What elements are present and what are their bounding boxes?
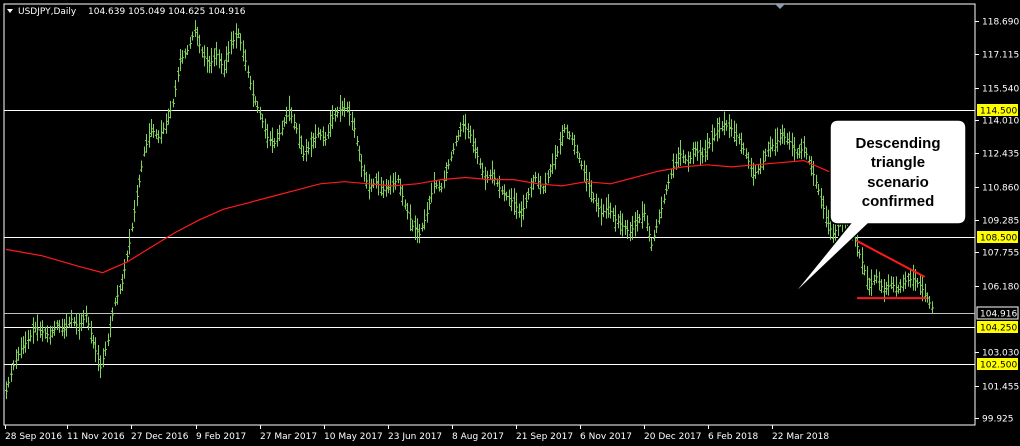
time-tick-label: 20 Dec 2017 xyxy=(644,432,702,442)
time-tick-label: 6 Nov 2017 xyxy=(580,432,632,442)
price-tick-label: 110.860 xyxy=(982,184,1019,194)
time-axis: 28 Sep 2016 11 Nov 2016 27 Dec 2016 9 Feb 2… xyxy=(5,425,829,442)
level-price-label: 108.500 xyxy=(980,234,1017,244)
time-tick-label: 22 Mar 2018 xyxy=(772,432,829,442)
time-tick-label: 8 Aug 2017 xyxy=(452,432,504,442)
time-tick-label: 23 Jun 2017 xyxy=(388,432,442,442)
callout-line-1: Descending xyxy=(855,135,940,152)
time-tick-label: 10 May 2017 xyxy=(324,432,383,442)
price-tick-label: 109.285 xyxy=(982,217,1019,227)
price-tick-label: 99.925 xyxy=(982,415,1014,425)
current-price-label: 104.916 xyxy=(980,310,1017,320)
moving-average-line xyxy=(5,159,920,274)
time-tick-label: 28 Sep 2016 xyxy=(5,432,62,442)
price-tick-label: 118.690 xyxy=(982,18,1019,28)
time-tick-label: 27 Mar 2017 xyxy=(260,432,317,442)
callout-line-2: triangle xyxy=(871,154,925,171)
shift-marker-icon[interactable] xyxy=(775,4,785,9)
time-tick-label: 9 Feb 2017 xyxy=(196,432,246,442)
time-tick-label: 11 Nov 2016 xyxy=(67,432,125,442)
symbol-label: USDJPY,Daily xyxy=(18,7,77,17)
price-tick-label: 106.180 xyxy=(982,283,1019,293)
time-tick-label: 6 Feb 2018 xyxy=(708,432,759,442)
time-tick-label: 27 Dec 2016 xyxy=(131,432,189,442)
price-axis: 118.690 117.115 115.540 114.010 112.435 110.8… xyxy=(975,18,1019,425)
price-tick-label: 114.010 xyxy=(982,117,1019,127)
ohlc-readout: 104.639 105.049 104.625 104.916 xyxy=(88,7,246,17)
level-price-label: 114.500 xyxy=(980,107,1017,117)
price-tick-label: 115.540 xyxy=(982,85,1019,95)
callout-line-3: scenario xyxy=(867,174,929,191)
time-tick-label: 21 Sep 2017 xyxy=(516,432,573,442)
chart-window[interactable]: 118.690 117.115 115.540 114.010 112.435 110.8… xyxy=(0,0,1020,446)
chart-menu-arrow-icon[interactable] xyxy=(7,9,13,13)
annotation-callout[interactable]: Descending triangle scenario confirmed xyxy=(789,119,967,299)
price-tick-label: 117.115 xyxy=(982,51,1019,61)
callout-line-4: confirmed xyxy=(862,193,935,210)
price-tick-label: 103.030 xyxy=(982,349,1019,359)
price-tick-label: 107.755 xyxy=(982,249,1019,259)
price-chart[interactable]: 118.690 117.115 115.540 114.010 112.435 110.8… xyxy=(0,0,1020,446)
price-tick-label: 101.455 xyxy=(982,383,1019,393)
price-tick-label: 112.435 xyxy=(982,150,1019,160)
series-layer xyxy=(5,20,934,400)
level-price-label: 102.500 xyxy=(980,361,1017,371)
level-price-label: 104.250 xyxy=(980,324,1017,334)
